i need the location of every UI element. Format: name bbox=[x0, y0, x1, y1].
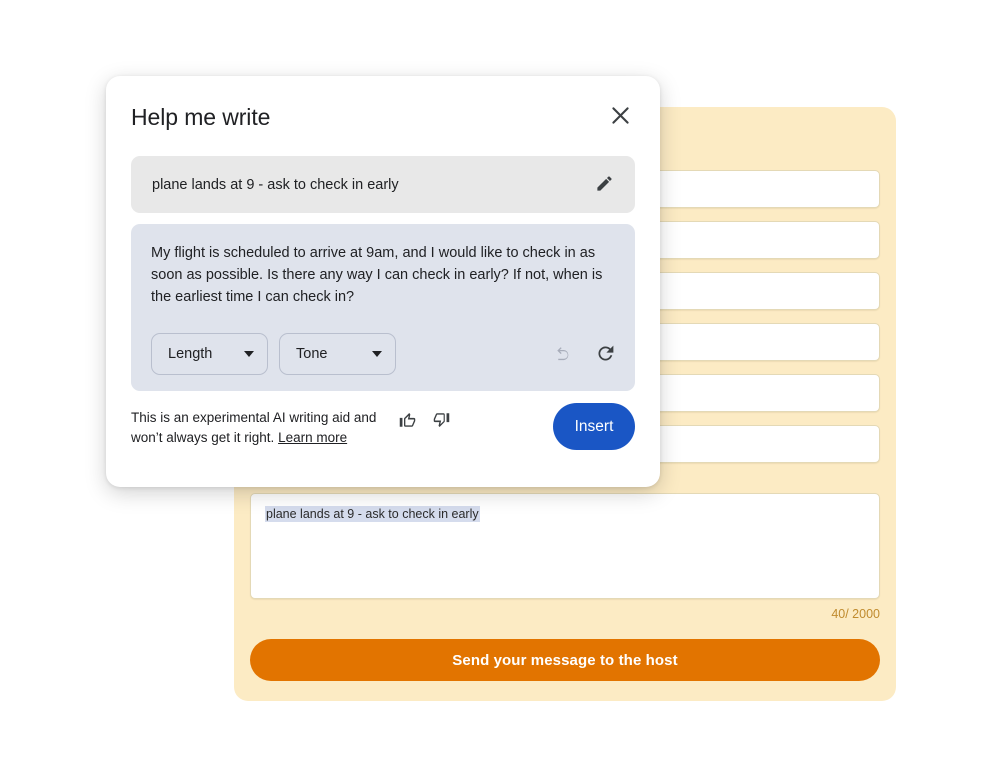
dialog-footer: This is an experimental AI writing aid a… bbox=[131, 403, 635, 450]
thumbs-up-icon bbox=[399, 411, 417, 432]
message-textarea[interactable]: plane lands at 9 - ask to check in early bbox=[250, 493, 880, 599]
dialog-header: Help me write bbox=[131, 102, 635, 142]
length-dropdown[interactable]: Length bbox=[151, 333, 268, 375]
generated-text: My flight is scheduled to arrive at 9am,… bbox=[151, 245, 603, 306]
character-counter: 40/ 2000 bbox=[831, 607, 880, 621]
thumbs-down-button[interactable] bbox=[429, 409, 453, 433]
result-action-buttons bbox=[551, 343, 617, 367]
send-message-button[interactable]: Send your message to the host bbox=[250, 639, 880, 681]
disclaimer-row: This is an experimental AI writing aid a… bbox=[131, 405, 453, 447]
chevron-down-icon bbox=[244, 351, 254, 357]
refresh-icon bbox=[595, 343, 616, 367]
close-button[interactable] bbox=[605, 102, 635, 132]
feedback-icons bbox=[396, 408, 453, 433]
tone-dropdown-label: Tone bbox=[296, 346, 328, 362]
disclaimer-text: This is an experimental AI writing aid a… bbox=[131, 408, 386, 447]
help-me-write-dialog: Help me write plane lands at 9 - ask to … bbox=[106, 76, 660, 487]
screen: check out - Mar 1 plane lands at 9 - ask… bbox=[0, 0, 1000, 775]
disclaimer-line1: This is an experimental AI writing aid a… bbox=[131, 410, 377, 425]
prompt-text: plane lands at 9 - ask to check in early bbox=[152, 176, 399, 193]
undo-button[interactable] bbox=[551, 343, 575, 367]
prompt-box[interactable]: plane lands at 9 - ask to check in early bbox=[131, 156, 635, 213]
result-controls: Length Tone bbox=[151, 333, 396, 375]
generated-result-panel: My flight is scheduled to arrive at 9am,… bbox=[131, 224, 635, 391]
edit-prompt-button[interactable] bbox=[590, 171, 618, 199]
dialog-title: Help me write bbox=[131, 104, 271, 130]
undo-icon bbox=[553, 343, 574, 367]
refresh-button[interactable] bbox=[593, 343, 617, 367]
disclaimer-line2: won’t always get it right. bbox=[131, 429, 279, 445]
close-icon bbox=[611, 106, 630, 128]
chevron-down-icon bbox=[372, 351, 382, 357]
insert-button[interactable]: Insert bbox=[553, 403, 635, 450]
learn-more-link[interactable]: Learn more bbox=[278, 430, 347, 445]
tone-dropdown[interactable]: Tone bbox=[279, 333, 396, 375]
message-textarea-value: plane lands at 9 - ask to check in early bbox=[265, 506, 480, 522]
pencil-icon bbox=[595, 174, 614, 196]
thumbs-down-icon bbox=[432, 411, 450, 432]
thumbs-up-button[interactable] bbox=[396, 409, 420, 433]
length-dropdown-label: Length bbox=[168, 346, 213, 362]
